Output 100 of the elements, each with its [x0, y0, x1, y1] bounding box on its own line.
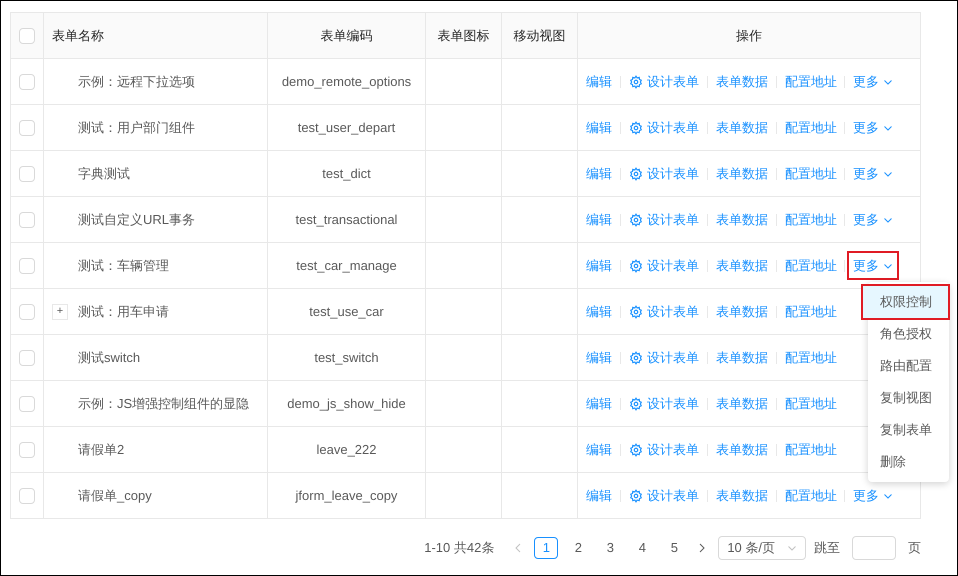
gear-icon — [629, 74, 643, 88]
action-link[interactable]: 表单数据 — [716, 394, 768, 414]
table-cell-text: 请假单2 — [78, 440, 124, 459]
table-cell-text: test_transactional — [296, 210, 398, 229]
table-cell-text: demo_remote_options — [282, 72, 412, 91]
action-link[interactable]: 编辑 — [586, 164, 612, 184]
checkbox[interactable] — [19, 28, 35, 44]
action-link[interactable]: 表单数据 — [716, 440, 768, 460]
checkbox[interactable] — [19, 74, 35, 90]
more-link[interactable]: 更多 — [849, 114, 897, 140]
action-link[interactable]: 编辑 — [586, 348, 612, 368]
table-cell-text: demo_js_show_hide — [287, 394, 406, 413]
action-link[interactable]: 编辑 — [586, 256, 612, 276]
checkbox[interactable] — [19, 120, 35, 136]
action-link[interactable]: 配置地址 — [785, 256, 837, 276]
checkbox[interactable] — [19, 166, 35, 182]
total-count: 1-10 共42条 — [424, 539, 494, 558]
table-cell-text: 示例：远程下拉选项 — [78, 72, 195, 91]
table-cell-text: 示例：JS增强控制组件的显隐 — [78, 394, 250, 413]
action-link[interactable]: 编辑 — [586, 72, 612, 92]
action-link[interactable]: 设计表单 — [629, 486, 699, 506]
action-link[interactable]: 设计表单 — [629, 394, 699, 414]
checkbox[interactable] — [19, 396, 35, 412]
action-link[interactable]: 表单数据 — [716, 348, 768, 368]
column-header: 表单编码 — [320, 26, 372, 45]
page-button[interactable]: 2 — [566, 537, 590, 559]
action-link[interactable]: 编辑 — [586, 394, 612, 414]
page-input[interactable] — [852, 536, 896, 560]
table-cell-text: test_use_car — [309, 302, 384, 321]
table-cell-text: test_switch — [314, 348, 379, 367]
more-link[interactable]: 更多 — [849, 160, 897, 186]
checkbox[interactable] — [19, 304, 35, 320]
action-link[interactable]: 编辑 — [586, 118, 612, 138]
page-button[interactable]: 5 — [662, 537, 686, 559]
menu-item[interactable]: 路由配置 — [868, 350, 949, 382]
gear-icon — [629, 304, 643, 318]
checkbox[interactable] — [19, 258, 35, 274]
table-cell-text: 字典测试 — [78, 164, 130, 183]
gear-icon — [629, 120, 643, 134]
action-link[interactable]: 配置地址 — [785, 210, 837, 230]
action-link[interactable]: 编辑 — [586, 302, 612, 322]
action-link[interactable]: 配置地址 — [785, 302, 837, 322]
table-cell-text: 请假单_copy — [78, 486, 152, 505]
action-link[interactable]: 编辑 — [586, 440, 612, 460]
more-link[interactable]: 更多 — [849, 68, 897, 94]
page-button[interactable]: 1 — [534, 537, 558, 559]
action-link[interactable]: 设计表单 — [629, 302, 699, 322]
action-link[interactable]: 表单数据 — [716, 72, 768, 92]
table-cell-text: 测试：车辆管理 — [78, 256, 169, 275]
action-link[interactable]: 设计表单 — [629, 440, 699, 460]
action-link[interactable]: 设计表单 — [629, 72, 699, 92]
menu-item[interactable]: 权限控制 — [863, 286, 948, 318]
checkbox[interactable] — [19, 488, 35, 504]
table-cell-text: 测试：用户部门组件 — [78, 118, 195, 137]
caret-icon — [787, 543, 797, 553]
table-cell-text: 测试自定义URL事务 — [78, 210, 196, 229]
action-link[interactable]: 表单数据 — [716, 486, 768, 506]
action-link[interactable]: 配置地址 — [785, 348, 837, 368]
page-label: 页 — [908, 539, 921, 558]
column-header: 操作 — [736, 26, 762, 45]
checkbox[interactable] — [19, 350, 35, 366]
page-size-select[interactable]: 10 条/页 — [718, 536, 806, 560]
action-link[interactable]: 表单数据 — [716, 210, 768, 230]
action-link[interactable]: 设计表单 — [629, 256, 699, 276]
more-link[interactable]: 更多 — [849, 206, 897, 232]
table-cell-text: leave_222 — [316, 440, 376, 459]
action-link[interactable]: 设计表单 — [629, 210, 699, 230]
action-link[interactable]: 配置地址 — [785, 118, 837, 138]
gear-icon — [629, 258, 643, 272]
more-link[interactable]: 更多 — [849, 482, 897, 508]
action-link[interactable]: 设计表单 — [629, 348, 699, 368]
action-link[interactable]: 表单数据 — [716, 118, 768, 138]
action-link[interactable]: 编辑 — [586, 210, 612, 230]
table-cell-text: test_user_depart — [298, 118, 396, 137]
page-button[interactable]: 4 — [630, 537, 654, 559]
table-cell-text: jform_leave_copy — [296, 486, 398, 505]
action-link[interactable]: 表单数据 — [716, 164, 768, 184]
menu-item[interactable]: 角色授权 — [868, 318, 949, 350]
gear-icon — [629, 396, 643, 410]
table-cell-text: 测试switch — [78, 348, 140, 367]
action-link[interactable]: 设计表单 — [629, 164, 699, 184]
more-link[interactable]: 更多 — [849, 252, 897, 278]
action-link[interactable]: 配置地址 — [785, 486, 837, 506]
action-link[interactable]: 表单数据 — [716, 256, 768, 276]
action-link[interactable]: 配置地址 — [785, 72, 837, 92]
action-link[interactable]: 配置地址 — [785, 440, 837, 460]
action-link[interactable]: 配置地址 — [785, 394, 837, 414]
action-link[interactable]: 编辑 — [586, 486, 612, 506]
action-link[interactable]: 配置地址 — [785, 164, 837, 184]
expand-button[interactable]: + — [52, 304, 68, 320]
menu-item[interactable]: 删除 — [868, 446, 949, 478]
checkbox[interactable] — [19, 442, 35, 458]
action-link[interactable]: 设计表单 — [629, 118, 699, 138]
page-button[interactable]: 3 — [598, 537, 622, 559]
gear-icon — [629, 212, 643, 226]
menu-item[interactable]: 复制视图 — [868, 382, 949, 414]
action-link[interactable]: 表单数据 — [716, 302, 768, 322]
jump-label: 跳至 — [814, 539, 840, 558]
menu-item[interactable]: 复制表单 — [868, 414, 949, 446]
checkbox[interactable] — [19, 212, 35, 228]
